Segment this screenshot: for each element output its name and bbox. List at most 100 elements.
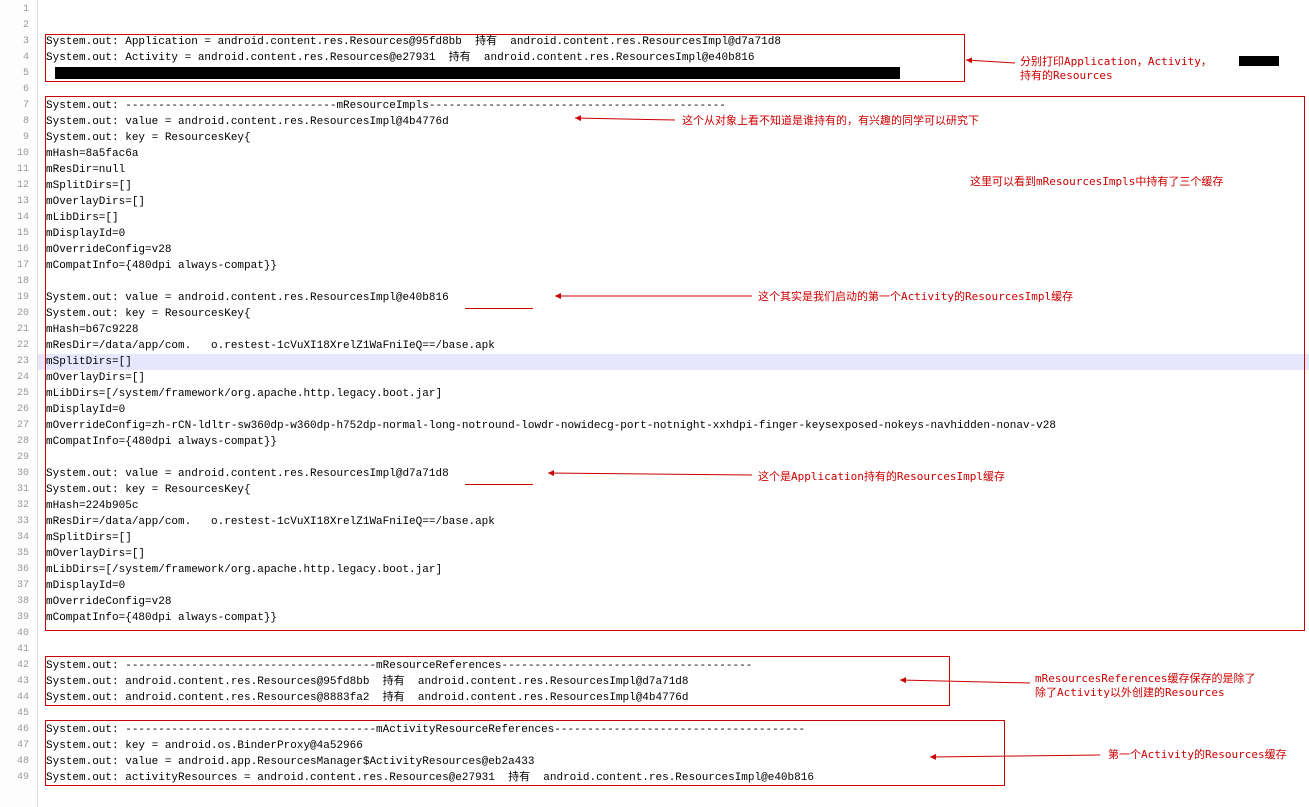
line-number: 45 <box>0 706 37 722</box>
line-number: 7 <box>0 98 37 114</box>
line-number: 21 <box>0 322 37 338</box>
line-number: 28 <box>0 434 37 450</box>
line-number: 37 <box>0 578 37 594</box>
code-line: mResDir=null <box>38 162 1309 178</box>
code-line <box>38 706 1309 722</box>
line-number: 31 <box>0 482 37 498</box>
code-line: System.out: value = android.content.res.… <box>38 114 1309 130</box>
code-line: System.out: value = android.content.res.… <box>38 290 1309 306</box>
line-number: 14 <box>0 210 37 226</box>
line-number: 46 <box>0 722 37 738</box>
code-line: System.out: Activity = android.content.r… <box>38 50 1309 66</box>
line-number: 32 <box>0 498 37 514</box>
code-line: mDisplayId=0 <box>38 402 1309 418</box>
line-number: 6 <box>0 82 37 98</box>
line-number: 11 <box>0 162 37 178</box>
line-number: 13 <box>0 194 37 210</box>
code-editor: 1234567891011121314151617181920212223242… <box>0 0 1309 807</box>
code-line: mHash=b67c9228 <box>38 322 1309 338</box>
line-number: 27 <box>0 418 37 434</box>
line-number: 2 <box>0 18 37 34</box>
code-line: mCompatInfo={480dpi always-compat}} <box>38 258 1309 274</box>
code-line: System.out: key = ResourcesKey{ <box>38 306 1309 322</box>
line-number: 26 <box>0 402 37 418</box>
code-line: System.out: android.content.res.Resource… <box>38 674 1309 690</box>
line-number: 17 <box>0 258 37 274</box>
line-number: 43 <box>0 674 37 690</box>
code-line: mLibDirs=[/system/framework/org.apache.h… <box>38 386 1309 402</box>
code-line: mHash=8a5fac6a <box>38 146 1309 162</box>
line-number: 29 <box>0 450 37 466</box>
code-line <box>38 2 1309 18</box>
code-line: mSplitDirs=[] <box>38 530 1309 546</box>
code-line: mOverlayDirs=[] <box>38 546 1309 562</box>
code-line <box>38 18 1309 34</box>
line-number: 30 <box>0 466 37 482</box>
line-number: 1 <box>0 2 37 18</box>
code-line: mDisplayId=0 <box>38 226 1309 242</box>
code-line <box>38 66 1309 82</box>
line-number: 47 <box>0 738 37 754</box>
line-number: 16 <box>0 242 37 258</box>
line-number: 10 <box>0 146 37 162</box>
line-number: 39 <box>0 610 37 626</box>
line-number-gutter: 1234567891011121314151617181920212223242… <box>0 0 38 807</box>
code-line: System.out: value = android.app.Resource… <box>38 754 1309 770</box>
line-number: 19 <box>0 290 37 306</box>
line-number: 33 <box>0 514 37 530</box>
code-line: System.out: ----------------------------… <box>38 98 1309 114</box>
code-line: mOverrideConfig=v28 <box>38 594 1309 610</box>
line-number: 4 <box>0 50 37 66</box>
code-line: System.out: key = android.os.BinderProxy… <box>38 738 1309 754</box>
line-number: 12 <box>0 178 37 194</box>
code-line: mLibDirs=[/system/framework/org.apache.h… <box>38 562 1309 578</box>
line-number: 25 <box>0 386 37 402</box>
code-line: mSplitDirs=[] <box>38 178 1309 194</box>
code-line: mOverlayDirs=[] <box>38 370 1309 386</box>
line-number: 20 <box>0 306 37 322</box>
code-line: mResDir=/data/app/com. o.restest-1cVuXI1… <box>38 338 1309 354</box>
code-line: System.out: value = android.content.res.… <box>38 466 1309 482</box>
code-line: mOverrideConfig=v28 <box>38 242 1309 258</box>
line-number: 18 <box>0 274 37 290</box>
code-line: mCompatInfo={480dpi always-compat}} <box>38 434 1309 450</box>
code-line <box>38 642 1309 658</box>
code-line <box>38 626 1309 642</box>
code-line <box>38 450 1309 466</box>
line-number: 34 <box>0 530 37 546</box>
line-number: 35 <box>0 546 37 562</box>
code-line: mOverlayDirs=[] <box>38 194 1309 210</box>
line-number: 42 <box>0 658 37 674</box>
line-number: 22 <box>0 338 37 354</box>
line-number: 9 <box>0 130 37 146</box>
code-line: mHash=224b905c <box>38 498 1309 514</box>
code-area[interactable]: System.out: Application = android.conten… <box>38 0 1309 807</box>
line-number: 49 <box>0 770 37 786</box>
code-line: System.out: ----------------------------… <box>38 722 1309 738</box>
line-number: 44 <box>0 690 37 706</box>
line-number: 3 <box>0 34 37 50</box>
code-line <box>38 82 1309 98</box>
code-line <box>38 274 1309 290</box>
line-number: 5 <box>0 66 37 82</box>
code-line: mLibDirs=[] <box>38 210 1309 226</box>
code-line: mCompatInfo={480dpi always-compat}} <box>38 610 1309 626</box>
code-line: System.out: android.content.res.Resource… <box>38 690 1309 706</box>
code-line: mSplitDirs=[] <box>38 354 1309 370</box>
line-number: 38 <box>0 594 37 610</box>
code-line: System.out: key = ResourcesKey{ <box>38 130 1309 146</box>
code-line: mResDir=/data/app/com. o.restest-1cVuXI1… <box>38 514 1309 530</box>
code-line: System.out: ----------------------------… <box>38 658 1309 674</box>
line-number: 41 <box>0 642 37 658</box>
line-number: 48 <box>0 754 37 770</box>
line-number: 8 <box>0 114 37 130</box>
line-number: 15 <box>0 226 37 242</box>
line-number: 40 <box>0 626 37 642</box>
line-number: 24 <box>0 370 37 386</box>
code-line: mOverrideConfig=zh-rCN-ldltr-sw360dp-w36… <box>38 418 1309 434</box>
code-line: mDisplayId=0 <box>38 578 1309 594</box>
code-line: System.out: activityResources = android.… <box>38 770 1309 786</box>
line-number: 36 <box>0 562 37 578</box>
code-line: System.out: Application = android.conten… <box>38 34 1309 50</box>
code-line: System.out: key = ResourcesKey{ <box>38 482 1309 498</box>
